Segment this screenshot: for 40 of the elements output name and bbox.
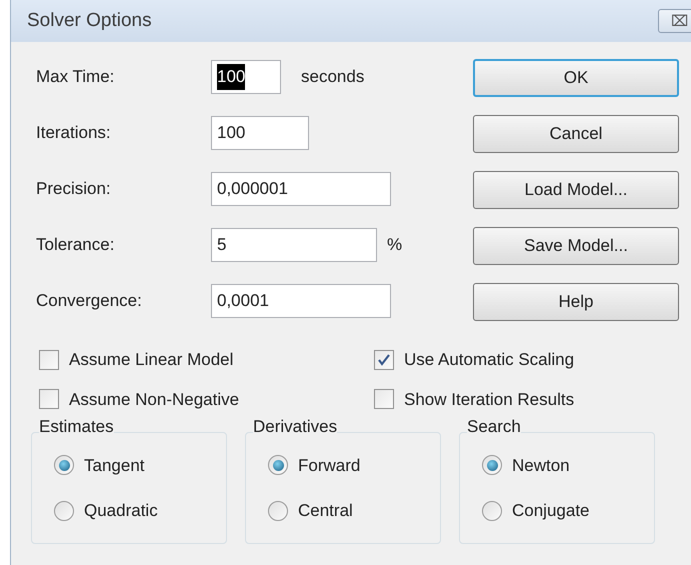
unit-label: % xyxy=(387,234,402,256)
radio-button[interactable] xyxy=(482,455,502,476)
checkbox-label: Show Iteration Results xyxy=(404,388,574,410)
radio-label: Forward xyxy=(298,454,360,476)
checkbox[interactable] xyxy=(39,389,59,410)
dialog-button[interactable]: Help xyxy=(473,283,679,321)
radio-label: Central xyxy=(298,500,353,522)
input-field[interactable]: 100 xyxy=(211,116,309,150)
dialog-button[interactable]: Save Model... xyxy=(473,227,679,265)
checkmark-icon xyxy=(377,352,391,367)
close-button[interactable]: ⌧ xyxy=(658,9,691,33)
checkbox-label: Assume Linear Model xyxy=(69,349,234,371)
input-field[interactable]: 0,000001 xyxy=(211,172,391,206)
window-title: Solver Options xyxy=(27,8,152,33)
field-label: Convergence: xyxy=(36,290,143,312)
field-label: Tolerance: xyxy=(36,234,116,256)
checkbox[interactable] xyxy=(374,350,394,370)
radio-button[interactable] xyxy=(268,500,288,521)
checkbox[interactable] xyxy=(39,350,59,370)
radio-label: Tangent xyxy=(84,454,144,476)
radio-button[interactable] xyxy=(54,500,74,521)
field-label: Precision: xyxy=(36,178,112,200)
radio-button[interactable] xyxy=(482,500,502,521)
radio-button[interactable] xyxy=(54,455,74,476)
checkbox-label: Assume Non-Negative xyxy=(69,388,240,410)
unit-label: seconds xyxy=(301,66,364,88)
checkbox-label: Use Automatic Scaling xyxy=(404,349,574,371)
input-field[interactable]: 100 xyxy=(211,60,281,94)
input-field[interactable]: 5 xyxy=(211,228,377,262)
field-label: Max Time: xyxy=(36,66,116,88)
radio-label: Newton xyxy=(512,454,570,476)
radio-label: Conjugate xyxy=(512,500,590,522)
radio-button[interactable] xyxy=(268,455,288,476)
dialog-button[interactable]: OK xyxy=(473,59,679,97)
dialog-button[interactable]: Load Model... xyxy=(473,171,679,209)
radio-label: Quadratic xyxy=(84,500,158,522)
checkbox[interactable] xyxy=(374,389,394,410)
field-label: Iterations: xyxy=(36,122,112,144)
dialog-button[interactable]: Cancel xyxy=(473,115,679,153)
input-field[interactable]: 0,0001 xyxy=(211,284,391,318)
